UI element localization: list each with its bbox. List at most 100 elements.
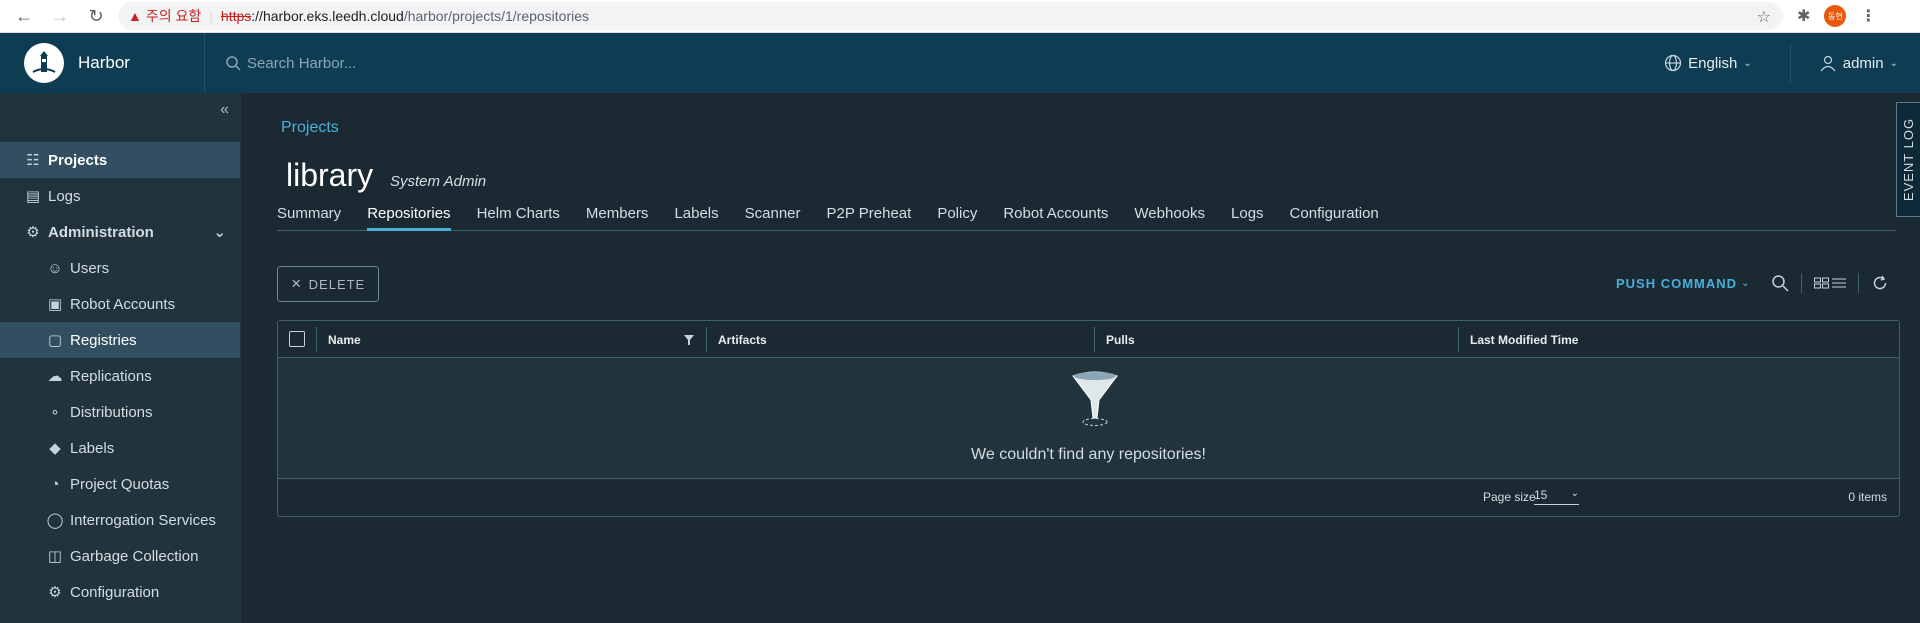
tab-logs[interactable]: Logs bbox=[1218, 199, 1277, 230]
refresh-icon[interactable] bbox=[1871, 274, 1889, 292]
sidebar-item-administration[interactable]: ⚙ Administration ⌄ bbox=[0, 214, 240, 250]
event-log-tab[interactable]: EVENT LOG bbox=[1896, 102, 1920, 217]
omnibox-divider: | bbox=[209, 8, 213, 24]
browser-menu-icon[interactable]: ⋮ bbox=[1860, 6, 1876, 26]
logs-icon: ▤ bbox=[25, 188, 41, 205]
security-warning[interactable]: 주의 요함 bbox=[146, 6, 201, 26]
sidebar-item-logs[interactable]: ▤ Logs bbox=[0, 178, 240, 214]
sidebar-item-registries[interactable]: ▢ Registries bbox=[0, 322, 240, 358]
list-view-icon[interactable] bbox=[1832, 277, 1846, 289]
back-icon[interactable]: ← bbox=[10, 2, 38, 30]
url-path: /harbor/projects/1/repositories bbox=[403, 8, 590, 24]
page-size-value: 15 bbox=[1534, 488, 1548, 502]
item-count: 0 items bbox=[1848, 490, 1887, 504]
page-size-select[interactable]: 15 ⌄ bbox=[1534, 488, 1579, 505]
column-divider bbox=[316, 327, 317, 352]
tab-p2p-preheat[interactable]: P2P Preheat bbox=[814, 199, 925, 230]
column-divider bbox=[706, 327, 707, 352]
address-bar[interactable]: ▲ 주의 요함 | https ://harbor.eks.leedh.clou… bbox=[118, 2, 1783, 30]
replications-icon: ☁ bbox=[47, 368, 63, 385]
sidebar-item-label: Logs bbox=[48, 187, 81, 205]
column-divider bbox=[1458, 327, 1459, 352]
delete-button-label: DELETE bbox=[308, 276, 366, 292]
globe-icon bbox=[1665, 54, 1682, 72]
sidebar-item-label: Distributions bbox=[70, 403, 153, 421]
column-header-last-modified[interactable]: Last Modified Time bbox=[1470, 321, 1578, 358]
chevron-down-icon: ⌄ bbox=[1741, 278, 1751, 289]
sidebar-item-configuration[interactable]: ⚙ Configuration bbox=[0, 574, 240, 610]
delete-button[interactable]: ✕ DELETE bbox=[277, 266, 379, 302]
sidebar: « ☷ Projects ▤ Logs ⚙ Administration ⌄ ☺… bbox=[0, 93, 241, 623]
sidebar-item-project-quotas[interactable]: ◔ Project Quotas bbox=[0, 466, 240, 502]
language-label: English bbox=[1688, 54, 1738, 72]
harbor-logo-icon bbox=[24, 43, 64, 83]
tab-scanner[interactable]: Scanner bbox=[732, 199, 814, 230]
sidebar-item-replications[interactable]: ☁ Replications bbox=[0, 358, 240, 394]
select-all-checkbox[interactable] bbox=[289, 331, 305, 347]
tab-policy[interactable]: Policy bbox=[924, 199, 990, 230]
sidebar-item-label: Administration bbox=[48, 223, 154, 241]
global-search[interactable]: Search Harbor... bbox=[225, 55, 356, 72]
sidebar-item-label: Registries bbox=[70, 331, 137, 349]
distributions-icon: ∘ bbox=[50, 404, 60, 421]
sidebar-item-users[interactable]: ☺ Users bbox=[0, 250, 240, 286]
tab-members[interactable]: Members bbox=[573, 199, 662, 230]
extensions-icon[interactable]: ✱ bbox=[1797, 6, 1810, 26]
page-title: library bbox=[286, 157, 374, 193]
gear-icon: ⚙ bbox=[48, 584, 62, 601]
search-input[interactable]: Search Harbor... bbox=[247, 55, 356, 72]
sidebar-item-robot-accounts[interactable]: ▣ Robot Accounts bbox=[0, 286, 240, 322]
tab-configuration[interactable]: Configuration bbox=[1277, 199, 1392, 230]
tab-summary[interactable]: Summary bbox=[277, 199, 354, 230]
bookmark-star-icon[interactable]: ☆ bbox=[1757, 7, 1771, 27]
breadcrumb[interactable]: Projects bbox=[281, 119, 339, 137]
tab-webhooks[interactable]: Webhooks bbox=[1121, 199, 1218, 230]
chevron-down-icon: ⌄ bbox=[1889, 57, 1898, 69]
quotas-icon: ◔ bbox=[50, 475, 60, 493]
grid-toolbar bbox=[1771, 273, 1889, 293]
users-icon: ☺ bbox=[47, 259, 63, 277]
collapse-sidebar-icon[interactable]: « bbox=[220, 101, 229, 119]
tab-helm-charts[interactable]: Helm Charts bbox=[464, 199, 573, 230]
user-icon bbox=[1820, 55, 1836, 72]
push-command-dropdown[interactable]: PUSH COMMAND ⌄ bbox=[1616, 276, 1750, 291]
toolbar-divider bbox=[1801, 273, 1802, 293]
reload-icon[interactable]: ↻ bbox=[82, 2, 110, 30]
tab-robot-accounts[interactable]: Robot Accounts bbox=[990, 199, 1121, 230]
toolbar-divider bbox=[1858, 273, 1859, 293]
administration-icon: ⚙ bbox=[26, 224, 40, 241]
brand-area[interactable]: Harbor bbox=[0, 33, 205, 93]
shield-icon: ◯ bbox=[46, 512, 64, 529]
sidebar-item-labels[interactable]: ◆ Labels bbox=[0, 430, 240, 466]
user-menu[interactable]: admin ⌄ bbox=[1791, 54, 1920, 72]
trash-icon: ◫ bbox=[47, 548, 63, 565]
forward-icon[interactable]: → bbox=[46, 2, 74, 30]
sidebar-item-label: Replications bbox=[70, 367, 152, 385]
warning-icon[interactable]: ▲ bbox=[128, 8, 142, 24]
search-icon[interactable] bbox=[1771, 274, 1789, 292]
event-log-label: EVENT LOG bbox=[1901, 117, 1916, 202]
tab-labels[interactable]: Labels bbox=[661, 199, 731, 230]
sidebar-item-garbage-collection[interactable]: ◫ Garbage Collection bbox=[0, 538, 240, 574]
filter-icon[interactable] bbox=[684, 335, 694, 345]
sidebar-item-label: Users bbox=[70, 259, 110, 277]
app-header: Harbor Search Harbor... English ⌄ admin … bbox=[0, 33, 1920, 93]
project-tabs: Summary Repositories Helm Charts Members… bbox=[277, 199, 1896, 231]
url-scheme: https bbox=[220, 8, 252, 24]
close-icon: ✕ bbox=[290, 276, 303, 291]
sidebar-item-label: Interrogation Services bbox=[70, 511, 216, 529]
profile-avatar[interactable]: 동현 bbox=[1824, 5, 1847, 27]
sidebar-item-projects[interactable]: ☷ Projects bbox=[0, 142, 240, 178]
card-view-icon[interactable] bbox=[1814, 277, 1830, 289]
tab-repositories[interactable]: Repositories bbox=[354, 199, 463, 231]
sidebar-item-interrogation-services[interactable]: ◯ Interrogation Services bbox=[0, 502, 240, 538]
sidebar-item-distributions[interactable]: ∘ Distributions bbox=[0, 394, 240, 430]
language-selector[interactable]: English ⌄ bbox=[1664, 54, 1790, 72]
column-header-artifacts[interactable]: Artifacts bbox=[718, 321, 767, 358]
page-size-label: Page size bbox=[1483, 490, 1536, 504]
table-header: Name Artifacts Pulls Last Modified Time bbox=[278, 321, 1899, 358]
column-header-name[interactable]: Name bbox=[328, 321, 361, 358]
empty-funnel-icon bbox=[1072, 371, 1118, 426]
column-header-pulls[interactable]: Pulls bbox=[1106, 321, 1135, 358]
sidebar-item-label: Projects bbox=[48, 151, 108, 169]
